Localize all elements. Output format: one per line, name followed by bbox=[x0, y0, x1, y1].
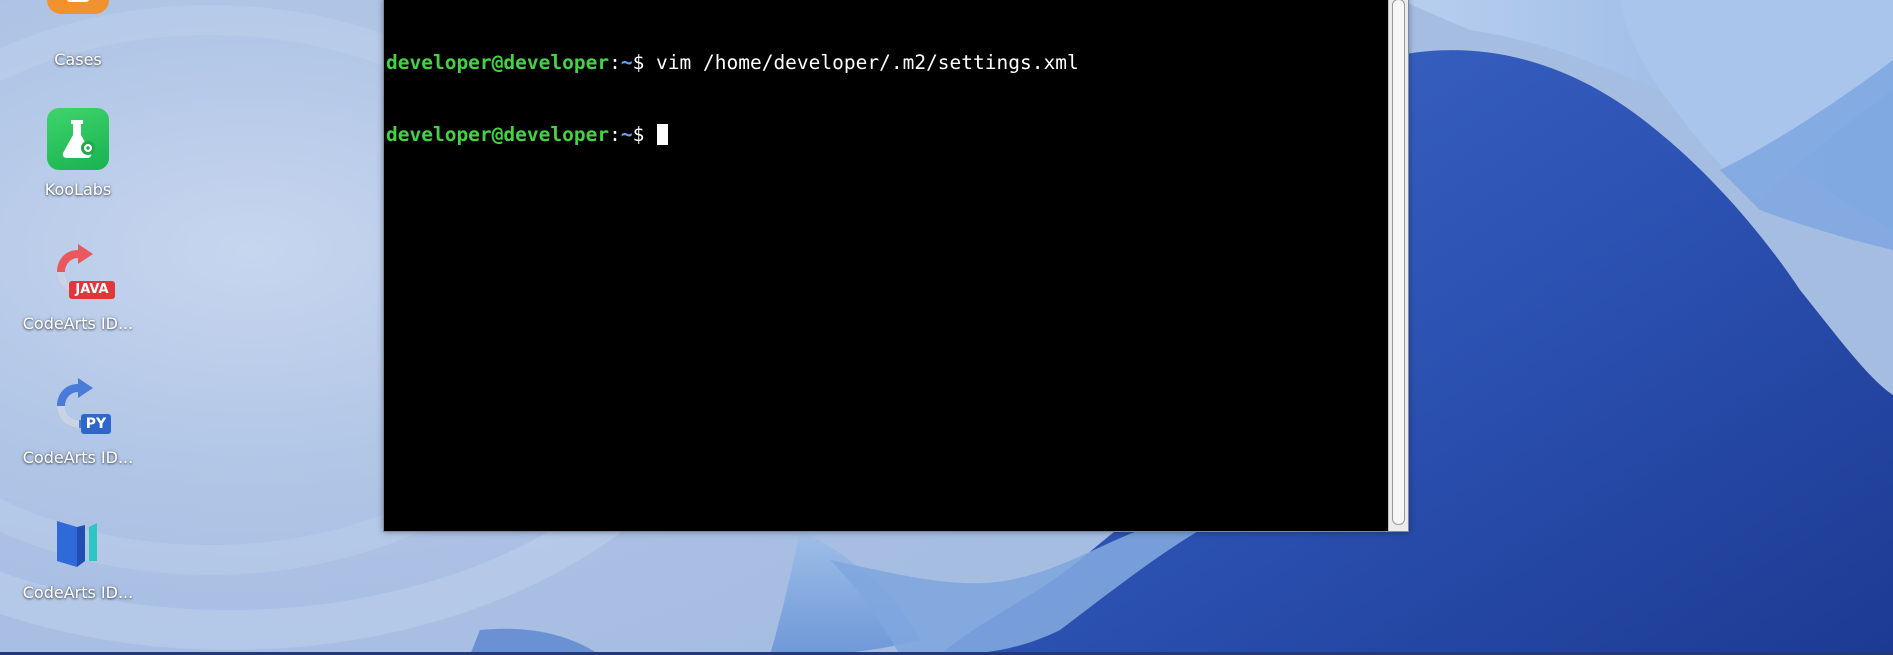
terminal-cursor bbox=[657, 124, 669, 145]
scrollbar-thumb[interactable] bbox=[1392, 0, 1405, 525]
cases-icon bbox=[47, 0, 109, 40]
desktop-icon-cases[interactable]: Cases bbox=[13, 0, 143, 69]
terminal-window[interactable]: developer@developer:~$ vim /home/develop… bbox=[383, 0, 1409, 532]
prompt-symbol: $ bbox=[632, 51, 657, 74]
terminal-output[interactable]: developer@developer:~$ vim /home/develop… bbox=[386, 3, 1388, 531]
prompt-symbol: $ bbox=[632, 123, 657, 146]
python-badge: PY bbox=[81, 414, 111, 434]
prompt-separator: : bbox=[609, 51, 621, 74]
desktop-icon-codearts-java[interactable]: JAVA CodeArts ID... bbox=[13, 242, 143, 333]
terminal-scrollbar[interactable] bbox=[1388, 0, 1408, 531]
desktop-icon-label: CodeArts ID... bbox=[22, 583, 134, 602]
terminal-command: vim /home/developer/.m2/settings.xml bbox=[656, 51, 1079, 74]
desktop-icon-label: Cases bbox=[54, 50, 102, 69]
desktop-icon-codearts-python[interactable]: PY CodeArts ID... bbox=[13, 376, 143, 467]
codearts-java-icon: JAVA bbox=[47, 242, 115, 304]
prompt-separator: : bbox=[609, 123, 621, 146]
terminal-line: developer@developer:~$ vim /home/develop… bbox=[386, 51, 1388, 75]
prompt-user: developer@developer bbox=[386, 123, 610, 146]
prompt-user: developer@developer bbox=[386, 51, 610, 74]
prompt-path: ~ bbox=[620, 123, 633, 146]
desktop-icon-koolabs[interactable]: KooLabs bbox=[13, 108, 143, 199]
desktop-icon-codearts-one[interactable]: CodeArts ID... bbox=[13, 511, 143, 602]
desktop-icon-label: CodeArts ID... bbox=[22, 314, 134, 333]
terminal-line: developer@developer:~$ bbox=[386, 123, 1388, 147]
desktop-icon-label: CodeArts ID... bbox=[22, 448, 134, 467]
desktop-icon-label: KooLabs bbox=[44, 180, 112, 199]
java-badge: JAVA bbox=[69, 281, 115, 299]
codearts-one-icon bbox=[47, 511, 109, 573]
codearts-python-icon: PY bbox=[47, 376, 111, 438]
koolabs-icon bbox=[47, 108, 109, 170]
prompt-path: ~ bbox=[620, 51, 633, 74]
